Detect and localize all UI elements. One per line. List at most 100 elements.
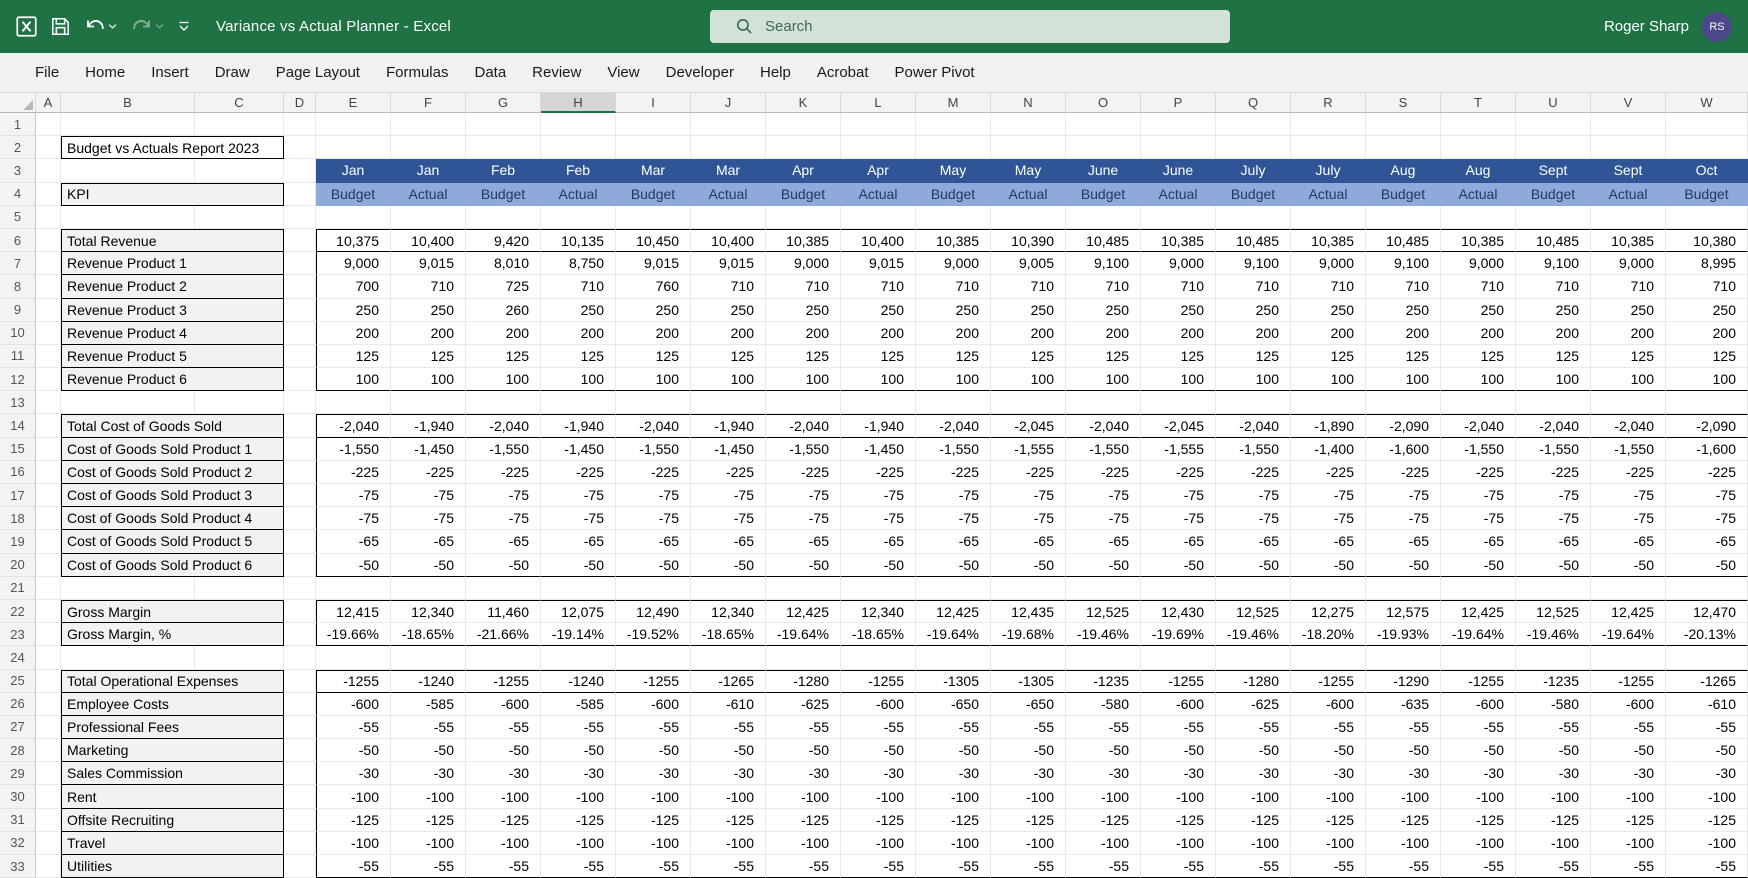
row-header-5[interactable]: 5 [0, 206, 36, 229]
cell-S8[interactable]: 710 [1366, 275, 1441, 298]
cell-E18[interactable]: -75 [316, 507, 391, 530]
cell-J14[interactable]: -1,940 [691, 414, 766, 437]
cell-L20[interactable]: -50 [841, 554, 916, 577]
row-header-25[interactable]: 25 [0, 670, 36, 693]
cell-K24[interactable] [766, 646, 841, 669]
cell-H7[interactable]: 8,750 [541, 252, 616, 275]
cell-V10[interactable]: 200 [1591, 322, 1666, 345]
cell-W29[interactable]: -30 [1666, 762, 1748, 785]
cell-U6[interactable]: 10,485 [1516, 229, 1591, 252]
cell-N32[interactable]: -100 [991, 832, 1066, 855]
row-header-33[interactable]: 33 [0, 855, 36, 878]
cell-P33[interactable]: -55 [1141, 855, 1216, 878]
column-header-F[interactable]: F [391, 93, 466, 113]
column-header-B[interactable]: B [61, 93, 195, 113]
cell-I13[interactable] [616, 391, 691, 414]
cell-F33[interactable]: -55 [391, 855, 466, 878]
cell-F19[interactable]: -65 [391, 530, 466, 553]
cell-S12[interactable]: 100 [1366, 368, 1441, 391]
cell-K11[interactable]: 125 [766, 345, 841, 368]
cell-Q5[interactable] [1216, 206, 1291, 229]
cell-V32[interactable]: -100 [1591, 832, 1666, 855]
cell-U21[interactable] [1516, 577, 1591, 600]
cell-U11[interactable]: 125 [1516, 345, 1591, 368]
cell-I27[interactable]: -55 [616, 716, 691, 739]
cell-W25[interactable]: -1265 [1666, 670, 1748, 693]
tab-home[interactable]: Home [72, 53, 138, 93]
cell-R9[interactable]: 250 [1291, 299, 1366, 322]
cell-A1[interactable] [36, 113, 61, 136]
cell-P25[interactable]: -1255 [1141, 670, 1216, 693]
cell-I19[interactable]: -65 [616, 530, 691, 553]
cell-K4[interactable]: Budget [766, 183, 841, 206]
cell-K21[interactable] [766, 577, 841, 600]
cell-P18[interactable]: -75 [1141, 507, 1216, 530]
cell-D2[interactable] [284, 136, 316, 159]
cell-R17[interactable]: -75 [1291, 484, 1366, 507]
search-bar[interactable]: Search [710, 10, 1230, 43]
cell-H17[interactable]: -75 [541, 484, 616, 507]
cell-V15[interactable]: -1,550 [1591, 438, 1666, 461]
cell-G4[interactable]: Budget [466, 183, 541, 206]
cell-U17[interactable]: -75 [1516, 484, 1591, 507]
cell-E26[interactable]: -600 [316, 693, 391, 716]
cell-Q4[interactable]: Budget [1216, 183, 1291, 206]
cell-Q16[interactable]: -225 [1216, 461, 1291, 484]
cell-U12[interactable]: 100 [1516, 368, 1591, 391]
cell-S32[interactable]: -100 [1366, 832, 1441, 855]
cell-W33[interactable]: -55 [1666, 855, 1748, 878]
cell-F21[interactable] [391, 577, 466, 600]
cell-J30[interactable]: -100 [691, 785, 766, 808]
cell-V20[interactable]: -50 [1591, 554, 1666, 577]
cell-label-B2[interactable]: Budget vs Actuals Report 2023 [61, 136, 284, 159]
cell-V8[interactable]: 710 [1591, 275, 1666, 298]
cell-W2[interactable] [1666, 136, 1748, 159]
cell-N11[interactable]: 125 [991, 345, 1066, 368]
cell-N24[interactable] [991, 646, 1066, 669]
column-header-I[interactable]: I [616, 93, 691, 113]
cell-P23[interactable]: -19.69% [1141, 623, 1216, 646]
cell-V26[interactable]: -600 [1591, 693, 1666, 716]
row-header-18[interactable]: 18 [0, 507, 36, 530]
cell-Q17[interactable]: -75 [1216, 484, 1291, 507]
cell-E4[interactable]: Budget [316, 183, 391, 206]
cell-S26[interactable]: -635 [1366, 693, 1441, 716]
cell-H10[interactable]: 200 [541, 322, 616, 345]
row-header-1[interactable]: 1 [0, 113, 36, 136]
cell-B24[interactable] [61, 646, 195, 669]
cell-B13[interactable] [61, 391, 195, 414]
cell-L1[interactable] [841, 113, 916, 136]
row-header-20[interactable]: 20 [0, 554, 36, 577]
cell-E11[interactable]: 125 [316, 345, 391, 368]
cell-H8[interactable]: 710 [541, 275, 616, 298]
cell-H3[interactable]: Feb [541, 159, 616, 182]
column-header-J[interactable]: J [691, 93, 766, 113]
row-header-16[interactable]: 16 [0, 461, 36, 484]
cell-O18[interactable]: -75 [1066, 507, 1141, 530]
cell-S5[interactable] [1366, 206, 1441, 229]
cell-R20[interactable]: -50 [1291, 554, 1366, 577]
cell-R24[interactable] [1291, 646, 1366, 669]
cell-R18[interactable]: -75 [1291, 507, 1366, 530]
cell-E10[interactable]: 200 [316, 322, 391, 345]
cell-I21[interactable] [616, 577, 691, 600]
cell-K7[interactable]: 9,000 [766, 252, 841, 275]
cell-Q22[interactable]: 12,525 [1216, 600, 1291, 623]
cell-D12[interactable] [284, 368, 316, 391]
cell-label-B16[interactable]: Cost of Goods Sold Product 2 [61, 461, 284, 484]
cell-T11[interactable]: 125 [1441, 345, 1516, 368]
cell-D26[interactable] [284, 693, 316, 716]
cell-label-B18[interactable]: Cost of Goods Sold Product 4 [61, 507, 284, 530]
cell-L4[interactable]: Actual [841, 183, 916, 206]
cell-O31[interactable]: -125 [1066, 809, 1141, 832]
cell-G14[interactable]: -2,040 [466, 414, 541, 437]
cell-N26[interactable]: -650 [991, 693, 1066, 716]
cell-M23[interactable]: -19.64% [916, 623, 991, 646]
cell-P10[interactable]: 200 [1141, 322, 1216, 345]
cell-Q1[interactable] [1216, 113, 1291, 136]
cell-G3[interactable]: Feb [466, 159, 541, 182]
cell-P5[interactable] [1141, 206, 1216, 229]
cell-U13[interactable] [1516, 391, 1591, 414]
cell-N20[interactable]: -50 [991, 554, 1066, 577]
cell-M5[interactable] [916, 206, 991, 229]
